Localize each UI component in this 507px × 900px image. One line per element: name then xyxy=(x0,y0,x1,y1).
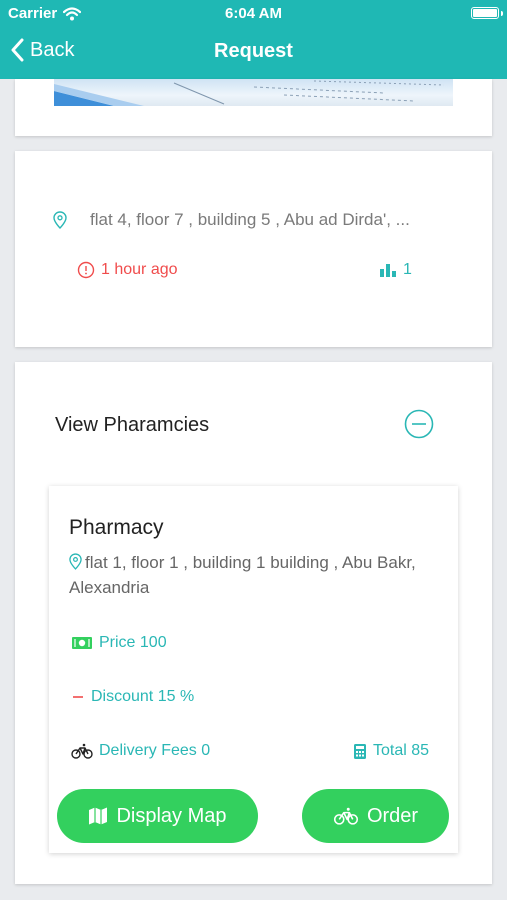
minus-icon xyxy=(71,690,85,704)
display-map-button[interactable]: Display Map xyxy=(57,789,258,843)
order-button[interactable]: Order xyxy=(302,789,449,843)
delivery-fees-row: Delivery Fees 0 xyxy=(71,742,210,760)
status-time: 6:04 AM xyxy=(225,5,282,22)
nav-bar: Back Request xyxy=(0,28,507,79)
request-time-ago: 1 hour ago xyxy=(101,261,178,278)
bicycle-icon xyxy=(71,743,93,759)
battery-fill xyxy=(473,9,497,17)
location-pin-icon xyxy=(69,553,82,576)
pharmacy-card: Pharmacy flat 1, floor 1 , building 1 bu… xyxy=(49,486,458,853)
request-time-row: 1 hour ago xyxy=(77,261,178,279)
discount-row: Discount 15 % xyxy=(71,688,194,706)
request-address-row: flat 4, floor 7 , building 5 , Abu ad Di… xyxy=(53,210,410,230)
battery-icon xyxy=(471,7,499,19)
request-count-row: 1 xyxy=(379,261,412,279)
money-icon xyxy=(71,636,93,650)
clock-alert-icon xyxy=(77,261,95,279)
order-label: Order xyxy=(366,804,419,827)
request-count: 1 xyxy=(403,261,412,278)
calculator-icon xyxy=(353,743,367,760)
page-title: Request xyxy=(214,40,293,62)
total-row: Total 85 xyxy=(353,742,429,760)
pharmacies-section-title: View Pharamcies xyxy=(55,414,210,436)
bicycle-icon xyxy=(333,807,359,825)
total-label: Total 85 xyxy=(373,742,430,759)
request-info-card: flat 4, floor 7 , building 5 , Abu ad Di… xyxy=(15,151,492,347)
request-image xyxy=(54,79,453,106)
back-button[interactable]: Back xyxy=(10,38,74,62)
pharmacies-card: View Pharamcies Pharmacy flat 1, floor 1… xyxy=(15,362,492,884)
delivery-fees-label: Delivery Fees 0 xyxy=(99,742,211,759)
map-icon xyxy=(88,806,108,826)
pharmacy-address: flat 1, floor 1 , building 1 building , … xyxy=(69,553,416,597)
price-row: Price 100 xyxy=(71,634,167,652)
collapse-button[interactable] xyxy=(404,409,434,439)
minus-circle-icon xyxy=(404,409,434,439)
request-address: flat 4, floor 7 , building 5 , Abu ad Di… xyxy=(90,210,410,229)
price-label: Price 100 xyxy=(99,634,167,651)
location-pin-icon xyxy=(53,211,67,229)
pharmacy-name: Pharmacy xyxy=(69,516,164,539)
bar-chart-icon xyxy=(379,262,397,278)
discount-label: Discount 15 % xyxy=(91,688,195,705)
status-bar: Carrier 6:04 AM xyxy=(0,0,507,28)
pharmacy-address-block: flat 1, floor 1 , building 1 building , … xyxy=(69,551,441,599)
back-label: Back xyxy=(30,38,75,61)
request-image-card xyxy=(15,79,492,136)
display-map-label: Display Map xyxy=(116,804,227,827)
chevron-left-icon xyxy=(10,38,24,62)
